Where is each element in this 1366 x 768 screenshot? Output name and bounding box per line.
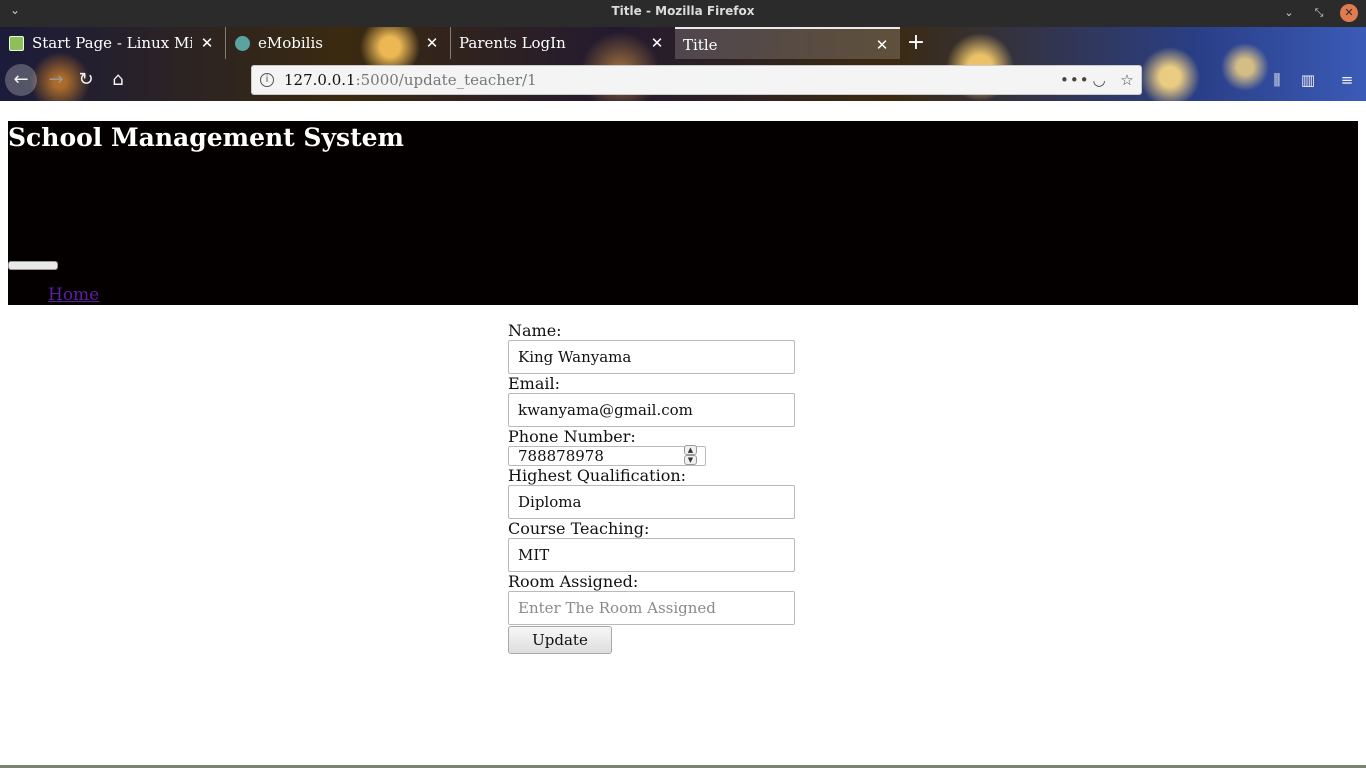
- site-header: School Management System Home: [8, 121, 1358, 305]
- bookmark-star-icon[interactable]: ☆: [1116, 66, 1138, 94]
- pocket-icon[interactable]: ◡: [1088, 66, 1110, 94]
- site-title: School Management System: [8, 123, 404, 152]
- address-bar[interactable]: i 127.0.0.1:5000/update_teacher/1 ••• ◡ …: [251, 65, 1142, 95]
- url-path: :5000/update_teacher/1: [355, 71, 537, 89]
- site-info-icon[interactable]: i: [260, 73, 274, 87]
- spinner-up-icon[interactable]: ▲: [684, 445, 697, 455]
- tab-parents-login[interactable]: Parents LogIn ✕: [450, 27, 675, 59]
- tab-start-page[interactable]: Start Page - Linux Mi ✕: [0, 27, 225, 59]
- tab-label: Parents LogIn: [459, 34, 566, 52]
- tab-strip: Start Page - Linux Mi ✕ eMobilis ✕ Paren…: [0, 27, 1366, 59]
- tab-label: Title: [683, 36, 718, 54]
- hamburger-menu-icon[interactable]: ≡: [1335, 68, 1359, 92]
- phone-label: Phone Number:: [508, 427, 636, 446]
- tab-title-active[interactable]: Title ✕: [675, 27, 900, 59]
- name-label: Name:: [508, 321, 562, 340]
- tab-label: Start Page - Linux Mi: [32, 34, 192, 52]
- room-input[interactable]: Enter The Room Assigned: [508, 591, 795, 625]
- email-input[interactable]: kwanyama@gmail.com: [508, 393, 795, 427]
- nav-home-link[interactable]: Home: [48, 285, 99, 305]
- sidebar-icon[interactable]: ▥: [1296, 68, 1320, 92]
- globe-icon: [235, 36, 250, 51]
- tab-close-icon[interactable]: ✕: [649, 27, 665, 59]
- window-titlebar: ⌄ Title - Mozilla Firefox ⌄ ⤡ ✕: [0, 0, 1366, 27]
- tab-label: eMobilis: [258, 34, 323, 52]
- new-tab-plus-icon[interactable]: +: [904, 31, 928, 55]
- page-content: School Management System Home Name: King…: [0, 101, 1366, 768]
- tab-close-icon[interactable]: ✕: [874, 29, 890, 59]
- tab-close-icon[interactable]: ✕: [199, 27, 215, 59]
- page-actions-ellipsis-icon[interactable]: •••: [1060, 66, 1089, 94]
- url-text[interactable]: 127.0.0.1:5000/update_teacher/1: [284, 66, 537, 94]
- tab-close-icon[interactable]: ✕: [424, 27, 440, 59]
- name-input[interactable]: King Wanyama: [508, 340, 795, 374]
- forward-arrow-icon[interactable]: →: [42, 66, 70, 94]
- qualification-input[interactable]: Diploma: [508, 485, 795, 519]
- phone-spinner: ▲ ▼: [684, 445, 697, 465]
- minimize-icon[interactable]: ⌄: [1280, 4, 1298, 22]
- maximize-icon[interactable]: ⤡: [1310, 4, 1328, 22]
- window-close-icon[interactable]: ✕: [1340, 4, 1358, 22]
- email-label: Email:: [508, 374, 561, 393]
- home-icon[interactable]: ⌂: [104, 66, 132, 94]
- update-button[interactable]: Update: [508, 626, 612, 654]
- room-label: Room Assigned:: [508, 572, 639, 591]
- back-arrow-icon[interactable]: ←: [5, 64, 37, 96]
- url-host: 127.0.0.1: [284, 71, 356, 89]
- reload-icon[interactable]: ↻: [72, 66, 100, 94]
- navbar-toggle-button[interactable]: [8, 261, 58, 270]
- spinner-down-icon[interactable]: ▼: [684, 455, 697, 465]
- tab-emobilis[interactable]: eMobilis ✕: [225, 27, 450, 59]
- course-label: Course Teaching:: [508, 519, 650, 538]
- qualification-label: Highest Qualification:: [508, 466, 687, 485]
- phone-input[interactable]: 788878978: [508, 446, 706, 466]
- library-icon[interactable]: ⫼: [1265, 68, 1289, 92]
- course-input[interactable]: MIT: [508, 538, 795, 572]
- window-title: Title - Mozilla Firefox: [611, 4, 755, 18]
- linux-mint-icon: [9, 36, 24, 51]
